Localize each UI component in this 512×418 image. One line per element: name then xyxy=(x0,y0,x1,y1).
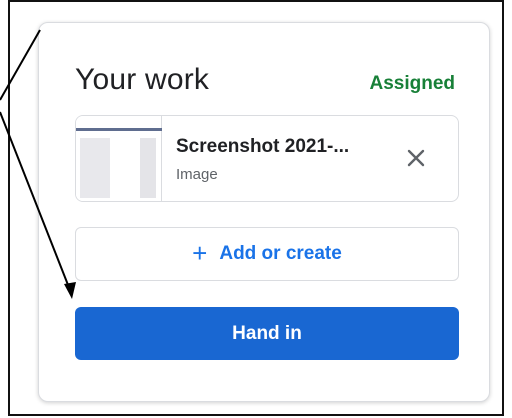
image-thumbnail xyxy=(76,116,162,201)
add-or-create-label: Add or create xyxy=(219,243,342,264)
close-icon[interactable] xyxy=(404,146,428,170)
card-title: Your work xyxy=(75,63,210,96)
add-or-create-button[interactable]: + Add or create xyxy=(75,227,459,281)
plus-icon: + xyxy=(192,238,208,268)
status-badge: Assigned xyxy=(369,73,455,94)
attachment-type: Image xyxy=(176,166,218,183)
attachment-name: Screenshot 2021-... xyxy=(176,136,350,157)
hand-in-label: Hand in xyxy=(232,322,302,344)
your-work-card: Your work Assigned Screenshot 2021-... I… xyxy=(38,22,490,402)
attachment-item[interactable]: Screenshot 2021-... Image xyxy=(75,115,459,202)
hand-in-button[interactable]: Hand in xyxy=(75,307,459,360)
